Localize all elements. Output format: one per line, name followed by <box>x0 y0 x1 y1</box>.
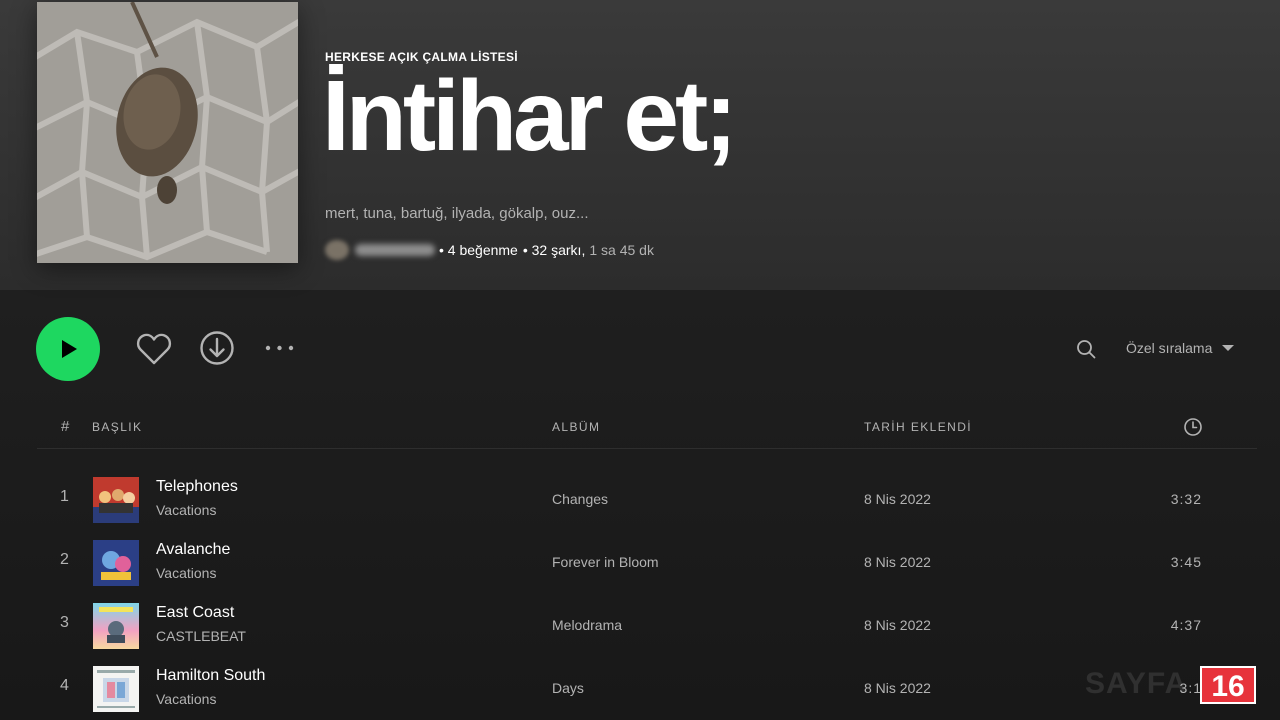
search-icon <box>1077 340 1096 359</box>
track-album[interactable]: Days <box>552 680 584 696</box>
play-icon <box>62 340 77 358</box>
more-icon <box>265 345 294 351</box>
watermark-badge: 16 <box>1200 666 1256 704</box>
track-album[interactable]: Melodrama <box>552 617 622 633</box>
download-icon <box>200 331 234 365</box>
play-button[interactable] <box>36 317 100 381</box>
more-options-button[interactable] <box>260 333 300 363</box>
track-row[interactable]: 2 Avalanche Vacations Forever in Bloom 8… <box>37 535 1257 591</box>
column-header-date-added[interactable]: TARİH EKLENDİ <box>864 420 972 434</box>
track-artist[interactable]: CASTLEBEAT <box>156 628 246 644</box>
track-artist[interactable]: Vacations <box>156 502 216 518</box>
songs-count: • 32 şarkı, <box>522 242 586 258</box>
clock-icon <box>1184 418 1202 436</box>
track-row[interactable]: 4 Hamilton South Vacations Days 8 Nis 20… <box>37 661 1257 717</box>
track-album[interactable]: Forever in Bloom <box>552 554 659 570</box>
site-watermark: SAYFA 16 <box>1085 664 1257 706</box>
column-header-title[interactable]: BAŞLIK <box>92 420 142 434</box>
track-row[interactable]: 3 East Coast CASTLEBEAT Melodrama 8 Nis … <box>37 598 1257 654</box>
track-number: 1 <box>60 488 69 505</box>
like-button[interactable] <box>134 329 174 369</box>
tracklist-header: # BAŞLIK ALBÜM TARİH EKLENDİ <box>37 408 1257 449</box>
track-date-added: 8 Nis 2022 <box>864 617 931 633</box>
playlist-cover-image <box>37 2 298 263</box>
album-art <box>93 477 139 523</box>
track-date-added: 8 Nis 2022 <box>864 491 931 507</box>
sort-dropdown[interactable]: Özel sıralama <box>1126 340 1235 356</box>
column-header-duration[interactable] <box>1183 417 1203 440</box>
playlist-header: HERKESE AÇIK ÇALMA LİSTESİ İntihar et; m… <box>0 0 1280 290</box>
track-duration: 3:45 <box>1170 554 1202 570</box>
heart-icon <box>136 333 172 365</box>
playlist-duration: 1 sa 45 dk <box>589 242 654 258</box>
track-title[interactable]: Hamilton South <box>156 667 265 685</box>
column-header-album[interactable]: ALBÜM <box>552 420 600 434</box>
download-button[interactable] <box>197 328 237 368</box>
track-title[interactable]: Avalanche <box>156 541 230 559</box>
search-in-playlist-button[interactable] <box>1072 336 1100 362</box>
track-date-added: 8 Nis 2022 <box>864 554 931 570</box>
track-date-added: 8 Nis 2022 <box>864 680 931 696</box>
track-title[interactable]: Telephones <box>156 478 238 496</box>
track-artist[interactable]: Vacations <box>156 565 216 581</box>
likes-count: • 4 beğenme <box>439 242 518 258</box>
track-duration: 3:32 <box>1170 491 1202 507</box>
caret-down-icon <box>1222 345 1235 351</box>
album-art <box>93 666 139 712</box>
track-number: 3 <box>60 614 69 631</box>
track-number: 4 <box>60 677 69 694</box>
playlist-description: mert, tuna, bartuğ, ilyada, gökalp, ouz.… <box>325 205 589 222</box>
track-artist[interactable]: Vacations <box>156 691 216 707</box>
owner-name-blurred[interactable] <box>355 244 435 256</box>
track-number: 2 <box>60 551 69 568</box>
playlist-page: HERKESE AÇIK ÇALMA LİSTESİ İntihar et; m… <box>0 0 1280 720</box>
track-album[interactable]: Changes <box>552 491 608 507</box>
column-header-number: # <box>61 418 71 435</box>
playlist-title: İntihar et; <box>322 60 738 172</box>
track-title[interactable]: East Coast <box>156 604 234 622</box>
track-duration: 4:37 <box>1170 617 1202 633</box>
owner-avatar[interactable] <box>325 240 349 260</box>
album-art <box>93 603 139 649</box>
playlist-meta: • 4 beğenme • 32 şarkı, 1 sa 45 dk <box>325 240 654 260</box>
watermark-text: SAYFA <box>1085 667 1188 700</box>
album-art <box>93 540 139 586</box>
sort-label: Özel sıralama <box>1126 340 1213 356</box>
track-row[interactable]: 1 Telephones Vacations Changes 8 Nis 202… <box>37 472 1257 528</box>
